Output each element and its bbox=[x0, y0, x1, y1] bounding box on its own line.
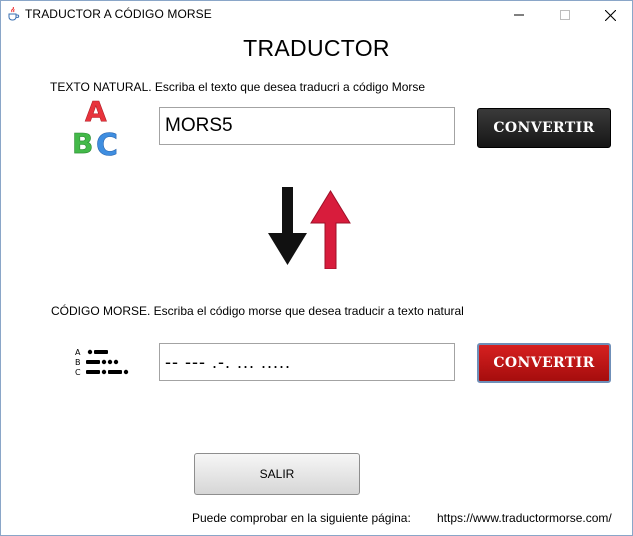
morse-icon-letter: A bbox=[75, 348, 81, 357]
svg-text:B: B bbox=[72, 127, 93, 159]
java-cup-icon bbox=[6, 7, 20, 21]
close-button[interactable] bbox=[587, 1, 632, 29]
page-title: TRADUCTOR bbox=[243, 35, 390, 61]
morse-code-icon: A B C bbox=[75, 348, 129, 377]
maximize-icon bbox=[560, 10, 570, 20]
svg-text:C: C bbox=[96, 128, 118, 159]
app-window: TRADUCTOR A CÓDIGO MORSE TRADUCTOR TEXTO… bbox=[0, 0, 633, 536]
exit-button[interactable]: SALIR bbox=[194, 453, 360, 495]
morse-code-label: CÓDIGO MORSE. Escriba el código morse qu… bbox=[51, 304, 464, 318]
footer-text: Puede comprobar en la siguiente página: bbox=[192, 511, 411, 525]
abc-blocks-icon: A B C bbox=[72, 97, 119, 159]
morse-code-input[interactable]: -- --- .-. ... ..... bbox=[159, 343, 455, 381]
convert-to-morse-button[interactable]: CONVERTIR bbox=[477, 108, 611, 148]
maximize-button[interactable] bbox=[542, 1, 588, 29]
minimize-button[interactable] bbox=[496, 1, 542, 29]
natural-text-label: TEXTO NATURAL. Escriba el texto que dese… bbox=[50, 80, 426, 94]
convert-to-text-button[interactable]: CONVERTIR bbox=[477, 343, 611, 383]
title-bar: TRADUCTOR A CÓDIGO MORSE bbox=[1, 1, 632, 29]
morse-icon-letter: C bbox=[75, 368, 81, 377]
window-title: TRADUCTOR A CÓDIGO MORSE bbox=[25, 7, 212, 21]
minimize-icon bbox=[514, 14, 524, 16]
swap-arrows-icon bbox=[268, 187, 351, 269]
footer-url[interactable]: https://www.traductormorse.com/ bbox=[437, 511, 612, 525]
svg-text:A: A bbox=[85, 97, 107, 128]
natural-text-input[interactable]: MORS5 bbox=[159, 107, 455, 145]
morse-icon-letter: B bbox=[75, 358, 81, 367]
close-icon bbox=[604, 9, 616, 21]
